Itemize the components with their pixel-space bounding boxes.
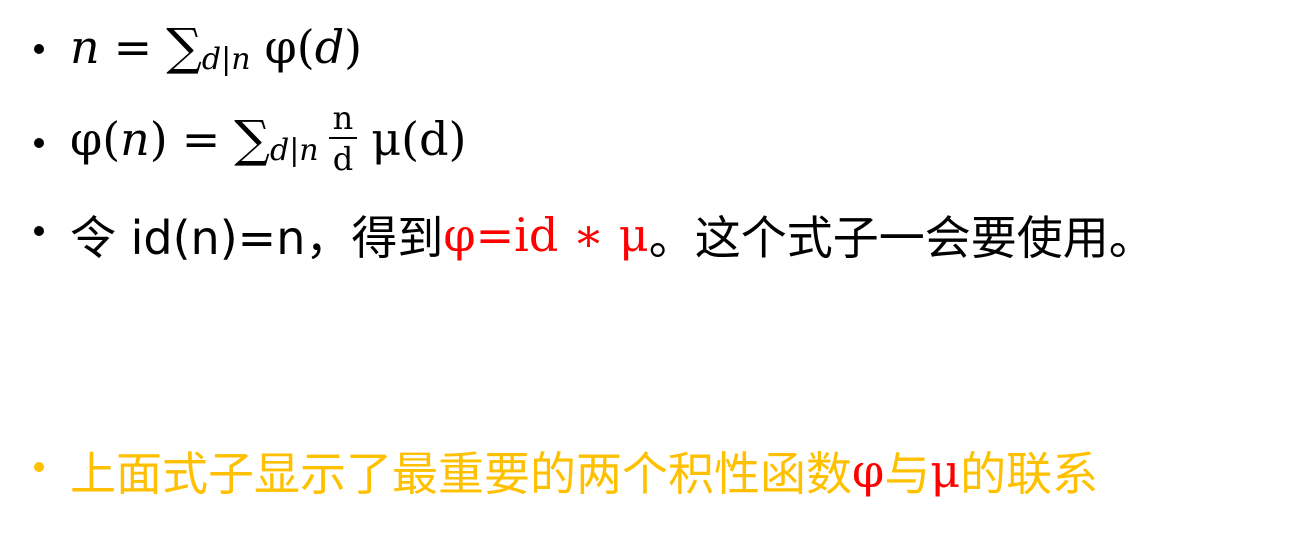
- fraction-denominator: d: [332, 140, 354, 178]
- conclusion-text-c: 的联系: [960, 447, 1099, 501]
- paren-close: ): [149, 111, 168, 166]
- highlighted-formula: φ=id ∗ μ: [443, 208, 649, 262]
- bullet: [34, 44, 44, 54]
- conclusion-line: 上面式子显示了最重要的两个积性函数 φ 与 μ 的联系: [34, 438, 1099, 504]
- phi-open: φ(: [70, 111, 121, 166]
- sum-symbol: ∑: [166, 18, 202, 76]
- fraction-numerator: n: [328, 102, 358, 139]
- equals-sign: =: [181, 111, 221, 166]
- bullet: [34, 226, 44, 236]
- fraction: n d: [328, 102, 358, 178]
- text-line-3: 令 id(n)=n，得到 φ=id ∗ μ 。这个式子一会要使用。: [34, 202, 1155, 268]
- phi-highlight: φ: [852, 444, 885, 498]
- phi-open: φ(: [264, 20, 315, 74]
- var-n: n: [70, 20, 100, 74]
- sum-symbol: ∑: [234, 109, 270, 168]
- sum-subscript: d|n: [270, 133, 319, 168]
- conclusion-text-b: 与: [884, 447, 931, 501]
- conclusion-text-a: 上面式子显示了最重要的两个积性函数: [70, 447, 852, 501]
- bullet: [34, 462, 44, 472]
- mu-highlight: μ: [930, 444, 961, 498]
- equals-sign: =: [113, 20, 153, 74]
- var-n: n: [120, 111, 150, 166]
- var-d: d: [314, 20, 345, 74]
- mu-of-d: μ(d): [371, 111, 467, 166]
- sum-subscript: d|n: [201, 41, 251, 77]
- formula-line-1: n = ∑ d|n φ( d ): [34, 18, 363, 77]
- bullet: [34, 138, 44, 148]
- formula-line-2: φ( n ) = ∑ d|n n d μ(d): [34, 102, 467, 178]
- line-suffix: 。这个式子一会要使用。: [648, 211, 1155, 265]
- paren-close: ): [344, 20, 363, 74]
- line-prefix: 令 id(n)=n，得到: [70, 211, 444, 265]
